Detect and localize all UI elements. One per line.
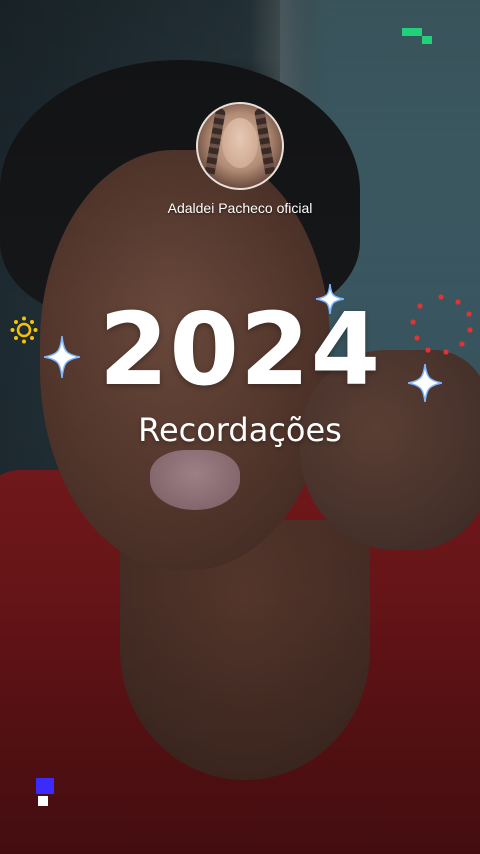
avatar-face [222,118,258,168]
recap-subtitle: Recordações [138,411,342,449]
profile-header: Adaldei Pacheco oficial [0,102,480,216]
pixel-blocks-icon [36,778,54,806]
profile-name[interactable]: Adaldei Pacheco oficial [168,200,313,216]
pixel-blocks-icon [402,28,432,44]
recap-year: 2024 [98,291,382,408]
avatar[interactable] [196,102,284,190]
